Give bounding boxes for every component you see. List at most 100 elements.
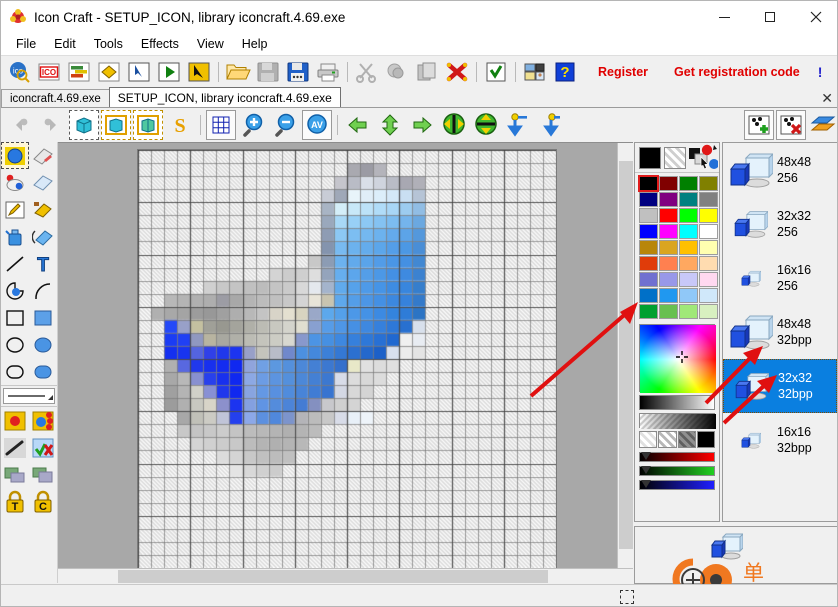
color-swatch[interactable] <box>639 192 658 207</box>
view-normal-button[interactable] <box>69 109 99 140</box>
open-button[interactable] <box>224 58 252 86</box>
new-image-button[interactable] <box>65 58 93 86</box>
tool-multi-color[interactable] <box>29 407 57 434</box>
editor-canvas-area[interactable] <box>58 142 633 583</box>
tool-opaque-red[interactable] <box>1 407 29 434</box>
shift-vertical-button[interactable] <box>375 110 405 140</box>
get-registration-code-link[interactable]: Get registration code <box>674 65 800 79</box>
color-swatch[interactable] <box>679 176 698 191</box>
tool-rect-filled[interactable] <box>29 304 57 331</box>
canvas-vertical-scrollbar[interactable] <box>617 143 633 568</box>
tab-iconcraft-exe[interactable]: iconcraft.4.69.exe <box>1 89 110 107</box>
tool-lock-transparency[interactable]: T <box>1 488 29 515</box>
background-color-swatch[interactable] <box>664 146 686 169</box>
color-swatch[interactable] <box>639 240 658 255</box>
menu-help[interactable]: Help <box>233 35 277 53</box>
add-image-button[interactable] <box>744 109 774 140</box>
alpha-presets[interactable] <box>639 431 715 448</box>
tool-roundrect-filled[interactable] <box>29 358 57 385</box>
color-swatch[interactable] <box>659 176 678 191</box>
color-swatch[interactable] <box>679 208 698 223</box>
print-button[interactable] <box>314 58 342 86</box>
tool-text[interactable]: T <box>29 250 57 277</box>
image-list-item[interactable]: 16x16 32bpp <box>723 413 837 467</box>
color-swatch[interactable] <box>659 224 678 239</box>
color-swatch[interactable] <box>639 304 658 319</box>
color-swatch[interactable] <box>659 192 678 207</box>
layers-button[interactable] <box>808 110 837 140</box>
maximize-button[interactable] <box>747 1 793 33</box>
blue-slider-handle[interactable] <box>641 480 651 488</box>
delete-button[interactable] <box>443 58 471 86</box>
color-swatch[interactable] <box>679 272 698 287</box>
menu-effects[interactable]: Effects <box>132 35 188 53</box>
drop-to-bottom-button[interactable] <box>503 110 533 140</box>
alpha-preset-0[interactable] <box>639 431 658 448</box>
ico-library-button[interactable]: ICO <box>35 58 63 86</box>
tool-ellipse-filled[interactable] <box>29 331 57 358</box>
color-swatch[interactable] <box>699 272 718 287</box>
color-swatch[interactable] <box>679 304 698 319</box>
flip-horizontal-button[interactable] <box>439 110 469 140</box>
menu-view[interactable]: View <box>188 35 233 53</box>
zoom-out-button[interactable] <box>270 110 300 140</box>
color-swatch[interactable] <box>659 304 678 319</box>
color-swatch[interactable] <box>639 208 658 223</box>
canvas-horizontal-scroll-thumb[interactable] <box>118 570 548 583</box>
tool-eraser[interactable] <box>29 169 57 196</box>
tool-arc[interactable] <box>29 277 57 304</box>
color-swatch[interactable] <box>639 256 658 271</box>
image-list-item[interactable]: 48x48 256 <box>723 143 837 197</box>
color-swatch[interactable] <box>659 256 678 271</box>
grid-toggle-button[interactable] <box>206 109 236 140</box>
tool-airbrush[interactable] <box>29 196 57 223</box>
alpha-preset-1[interactable] <box>658 431 677 448</box>
color-swatch[interactable] <box>679 288 698 303</box>
save-all-button[interactable] <box>284 58 312 86</box>
next-frame-button[interactable] <box>37 110 67 140</box>
menu-tools[interactable]: Tools <box>85 35 132 53</box>
alpha-ramp[interactable] <box>639 413 716 429</box>
canvas-vertical-scroll-thumb[interactable] <box>619 161 633 549</box>
menu-edit[interactable]: Edit <box>45 35 85 53</box>
extract-button[interactable] <box>125 58 153 86</box>
color-swatch[interactable] <box>659 240 678 255</box>
smooth-button[interactable]: S <box>165 110 195 140</box>
color-swatch[interactable] <box>639 272 658 287</box>
image-list-item[interactable]: 32x32 32bpp <box>723 359 837 413</box>
icon-image-list[interactable]: 48x48 256 32x32 256 16x16 256 48x48 32bpp 32x32 3… <box>722 142 837 522</box>
color-swatch[interactable] <box>679 240 698 255</box>
color-swatch[interactable] <box>659 272 678 287</box>
tool-fill-bucket[interactable] <box>1 223 29 250</box>
tool-overlay-green[interactable] <box>1 461 29 488</box>
pixel-canvas-frame[interactable] <box>137 149 557 569</box>
tool-color-picker[interactable] <box>1 169 29 196</box>
green-channel-slider[interactable] <box>639 466 715 476</box>
brightness-ramp[interactable] <box>639 395 715 410</box>
tool-line[interactable] <box>1 250 29 277</box>
color-swatch[interactable] <box>679 256 698 271</box>
help-button[interactable]: ? <box>551 58 579 86</box>
apply-button[interactable] <box>482 58 510 86</box>
tool-gradient[interactable] <box>29 223 57 250</box>
color-swatch[interactable] <box>639 224 658 239</box>
color-picker-icons[interactable] <box>698 144 719 175</box>
prev-frame-button[interactable] <box>5 110 35 140</box>
zoom-fit-button[interactable]: AV <box>302 109 332 140</box>
color-swatch[interactable] <box>699 176 718 191</box>
line-width-selector[interactable] <box>1 385 57 407</box>
canvas-horizontal-scrollbar[interactable] <box>58 568 633 583</box>
zoom-in-button[interactable] <box>238 110 268 140</box>
tool-antialias-line[interactable] <box>1 434 29 461</box>
tool-overlay-purple[interactable] <box>29 461 57 488</box>
drop-down-button[interactable] <box>535 110 565 140</box>
play-animation-button[interactable] <box>155 58 183 86</box>
color-swatch[interactable] <box>699 288 718 303</box>
flip-vertical-button[interactable] <box>471 110 501 140</box>
color-swatch[interactable] <box>638 175 659 192</box>
tool-ellipse-outline[interactable] <box>1 331 29 358</box>
color-swatch[interactable] <box>699 256 718 271</box>
tool-rect-outline[interactable] <box>1 304 29 331</box>
red-slider-handle[interactable] <box>641 452 651 460</box>
color-swatch[interactable] <box>699 240 718 255</box>
